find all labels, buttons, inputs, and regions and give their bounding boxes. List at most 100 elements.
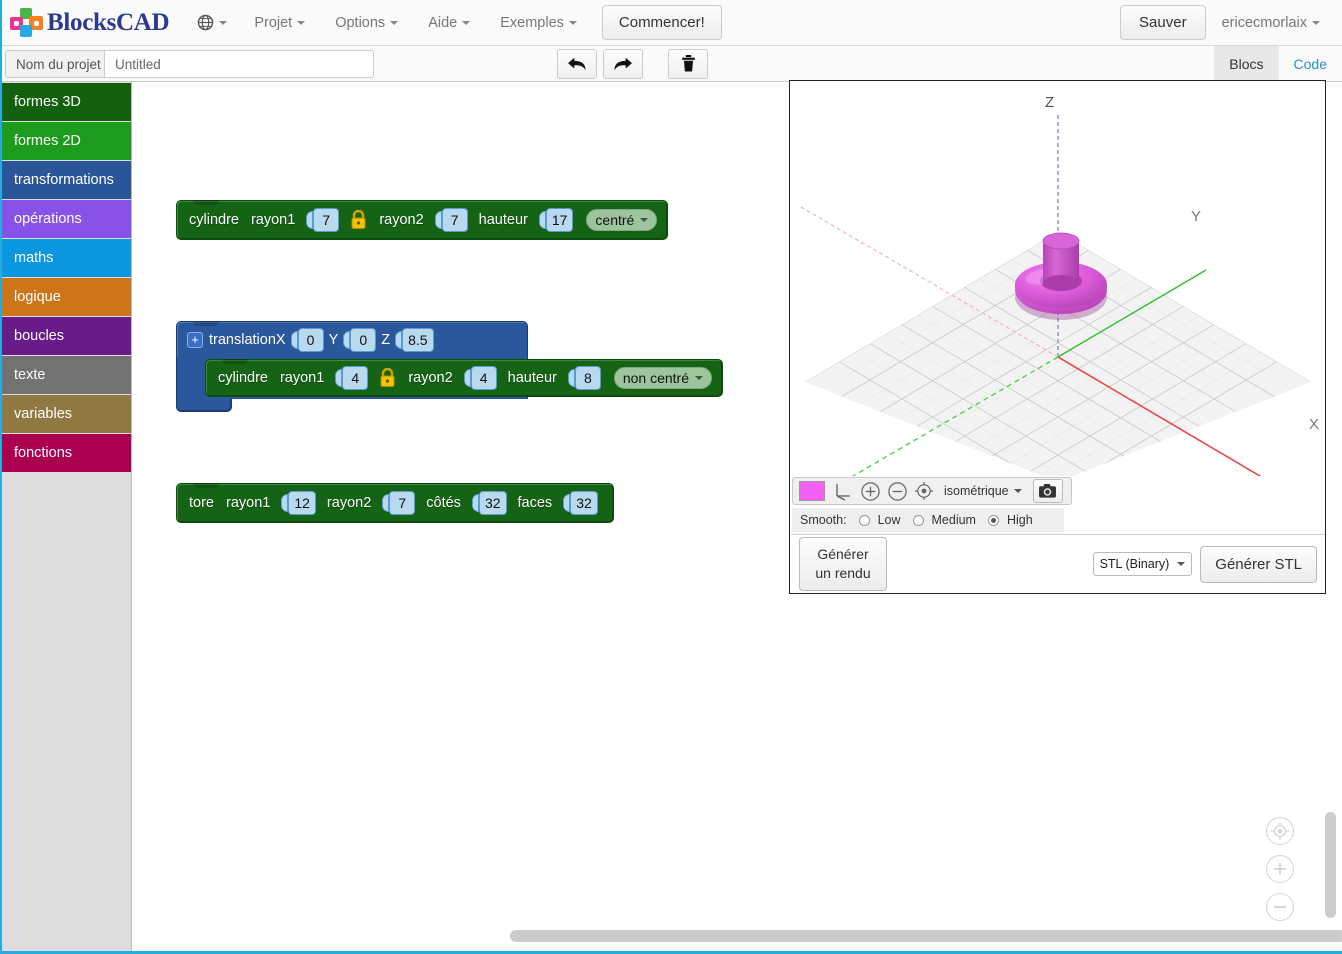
view-tabs: Blocs Code bbox=[1214, 46, 1342, 81]
brand-name: BlocksCAD bbox=[47, 9, 170, 36]
field-label-rayon1: rayon1 bbox=[250, 212, 296, 228]
block-notch bbox=[193, 321, 219, 326]
axis-label-x: X bbox=[1309, 416, 1320, 433]
dropdown-centrage-1[interactable]: centré bbox=[586, 209, 658, 231]
undo-button[interactable] bbox=[557, 49, 597, 79]
translation-body: cylindre rayon1 4 rayon2 4 hauteur 8 non… bbox=[176, 357, 724, 399]
viewer-zoom-out-button[interactable] bbox=[884, 479, 910, 503]
viewer-recenter-button[interactable] bbox=[911, 479, 937, 503]
toolbox-category-formes-3d[interactable]: formes 3D bbox=[0, 83, 131, 121]
smooth-radio-low[interactable] bbox=[858, 514, 870, 526]
input-rayon2[interactable]: 7 bbox=[441, 208, 468, 232]
plus-icon[interactable]: + bbox=[187, 331, 203, 348]
toolbox-category-label: formes 3D bbox=[14, 94, 81, 110]
translation-label: translation bbox=[209, 331, 276, 348]
smooth-radio-medium[interactable] bbox=[912, 514, 924, 526]
socket-rayon2: 7 bbox=[435, 208, 468, 232]
input-y[interactable]: 0 bbox=[350, 327, 377, 352]
smooth-radio-high[interactable] bbox=[987, 514, 999, 526]
viewer-zoom-in-button[interactable] bbox=[857, 479, 883, 503]
toolbox-category-fonctions[interactable]: fonctions bbox=[0, 434, 131, 472]
toolbox-category-variables[interactable]: variables bbox=[0, 395, 131, 433]
smooth-option-high: High bbox=[1006, 513, 1033, 527]
color-swatch[interactable] bbox=[799, 481, 825, 501]
menu-projet[interactable]: Projet bbox=[239, 0, 320, 46]
input-faces[interactable]: 32 bbox=[570, 491, 598, 515]
input-hauteur[interactable]: 17 bbox=[545, 208, 574, 232]
workspace-vertical-scrollbar[interactable] bbox=[1325, 812, 1336, 918]
dropdown-value: non centré bbox=[622, 370, 690, 386]
dropdown-centrage-2[interactable]: non centré bbox=[613, 367, 713, 389]
tab-blocs[interactable]: Blocs bbox=[1214, 46, 1279, 81]
generate-bar: Générer un rendu STL (Binary) Générer ST… bbox=[791, 534, 1325, 593]
toolbox-category-operations[interactable]: opérations bbox=[0, 200, 131, 238]
save-button[interactable]: Sauver bbox=[1120, 5, 1206, 40]
project-name-label: Nom du projet bbox=[5, 50, 111, 78]
workspace-zoom-in-button[interactable] bbox=[1266, 855, 1294, 883]
translation-footer bbox=[176, 399, 232, 412]
input-rayon1[interactable]: 4 bbox=[342, 366, 369, 390]
input-rayon1[interactable]: 7 bbox=[313, 208, 340, 232]
workspace-horizontal-scrollbar[interactable] bbox=[510, 930, 1342, 942]
translation-block[interactable]: + translation X 0 Y 0 Z 8.5 cylindre ray… bbox=[176, 321, 724, 412]
toolbox-category-formes-2d[interactable]: formes 2D bbox=[0, 122, 131, 160]
cylinder-block-1-label: cylindre bbox=[189, 212, 239, 228]
export-format-select[interactable]: STL (Binary) bbox=[1092, 552, 1193, 576]
3d-canvas[interactable]: Z Y X bbox=[791, 82, 1325, 476]
toolbox-category-texte[interactable]: texte bbox=[0, 356, 131, 394]
smooth-settings: Smooth: Low Medium High bbox=[792, 508, 1064, 532]
toolbox-category-maths[interactable]: maths bbox=[0, 239, 131, 277]
toolbox-category-label: opérations bbox=[14, 211, 82, 227]
menu-exemples[interactable]: Exemples bbox=[485, 0, 592, 46]
chevron-down-icon bbox=[297, 20, 306, 25]
workspace-zoom-out-button[interactable] bbox=[1266, 893, 1294, 921]
screenshot-button[interactable] bbox=[1032, 479, 1063, 503]
input-tore-rayon2[interactable]: 7 bbox=[389, 491, 416, 515]
socket-z: 8.5 bbox=[395, 327, 434, 352]
nav-menu: Projet Options Aide Exemples Commencer! bbox=[185, 0, 722, 46]
input-x[interactable]: 0 bbox=[297, 327, 324, 352]
socket-x: 0 bbox=[291, 327, 324, 352]
toolbox-category-transformations[interactable]: transformations bbox=[0, 161, 131, 199]
block-notch bbox=[222, 359, 248, 364]
block-notch bbox=[193, 200, 219, 205]
torus-block[interactable]: tore rayon1 12 rayon2 7 côtés 32 faces 3… bbox=[176, 483, 614, 523]
export-stl-button[interactable]: Générer STL bbox=[1200, 545, 1317, 583]
input-rayon2[interactable]: 4 bbox=[470, 366, 497, 390]
tab-code[interactable]: Code bbox=[1279, 46, 1342, 81]
input-hauteur[interactable]: 8 bbox=[574, 366, 601, 390]
render-button[interactable]: Générer un rendu bbox=[799, 537, 887, 591]
axes-toggle-button[interactable] bbox=[830, 479, 856, 503]
user-menu[interactable]: ericecmorlaix bbox=[1206, 15, 1330, 31]
socket-hauteur: 17 bbox=[539, 208, 574, 232]
view-angle-select[interactable]: isométrique bbox=[938, 484, 1028, 498]
input-z[interactable]: 8.5 bbox=[402, 327, 434, 352]
toolbox-category-boucles[interactable]: boucles bbox=[0, 317, 131, 355]
translation-header[interactable]: + translation X 0 Y 0 Z 8.5 bbox=[176, 321, 528, 357]
field-label-rayon1: rayon1 bbox=[226, 495, 271, 511]
toolbox-category-label: maths bbox=[14, 250, 54, 266]
project-name-input[interactable] bbox=[104, 50, 374, 78]
padlock-icon[interactable] bbox=[350, 210, 367, 230]
socket-rayon1: 4 bbox=[335, 366, 369, 390]
field-label-rayon2: rayon2 bbox=[408, 370, 453, 386]
cylinder-block-2[interactable]: cylindre rayon1 4 rayon2 4 hauteur 8 non… bbox=[205, 359, 724, 397]
workspace-center-button[interactable] bbox=[1266, 817, 1294, 845]
cylinder-block-1[interactable]: cylindre rayon1 7 rayon2 7 hauteur 17 ce… bbox=[176, 200, 669, 240]
menu-aide[interactable]: Aide bbox=[413, 0, 485, 46]
field-label-z: Z bbox=[381, 331, 391, 348]
delete-button[interactable] bbox=[668, 49, 708, 79]
redo-button[interactable] bbox=[603, 49, 643, 79]
input-cotes[interactable]: 32 bbox=[478, 491, 507, 515]
menu-options[interactable]: Options bbox=[320, 0, 413, 46]
brand-logo[interactable]: BlocksCAD bbox=[0, 0, 170, 46]
field-label-faces: faces bbox=[517, 495, 553, 511]
toolbox-category-logique[interactable]: logique bbox=[0, 278, 131, 316]
input-tore-rayon1[interactable]: 12 bbox=[288, 491, 316, 515]
language-selector[interactable] bbox=[185, 0, 239, 46]
start-button[interactable]: Commencer! bbox=[601, 5, 722, 40]
toolbox-sidebar: formes 3D formes 2D transformations opér… bbox=[0, 82, 132, 954]
chevron-down-icon bbox=[1177, 562, 1186, 566]
padlock-icon[interactable] bbox=[379, 368, 396, 388]
smooth-option-low: Low bbox=[877, 513, 901, 527]
